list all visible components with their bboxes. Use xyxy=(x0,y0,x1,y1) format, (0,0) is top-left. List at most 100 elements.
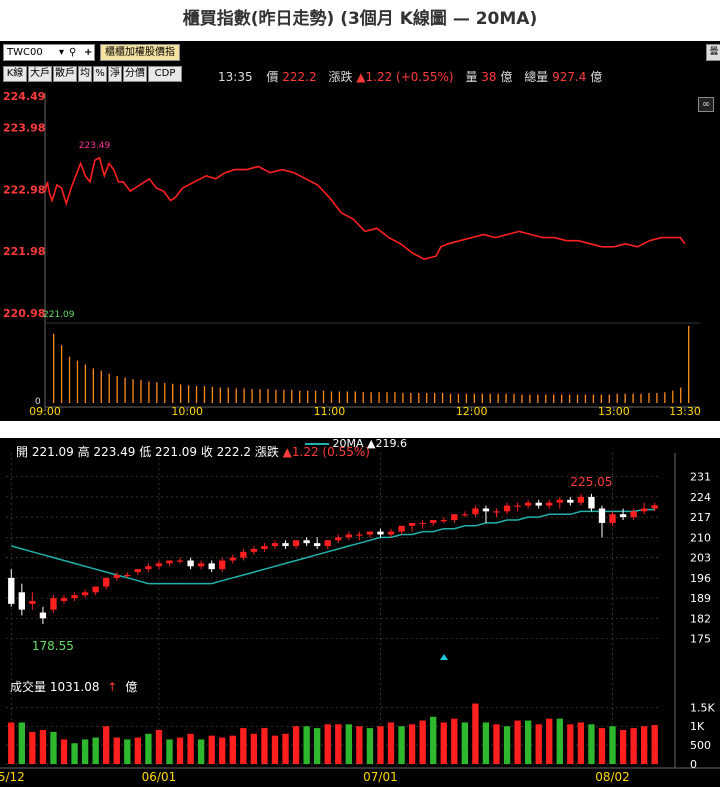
candle-body xyxy=(229,557,236,561)
volume-bar xyxy=(418,392,420,403)
candle-body xyxy=(651,505,658,509)
volume-bar xyxy=(187,733,194,764)
volume-bar xyxy=(140,379,142,403)
volume-bar xyxy=(387,722,395,764)
candle-body xyxy=(39,612,47,619)
candle-body xyxy=(493,511,500,513)
volume-bar xyxy=(394,392,396,403)
volume-bar xyxy=(535,724,542,764)
volume-bar xyxy=(588,724,595,764)
volume-bar xyxy=(493,724,500,764)
volume-bar xyxy=(155,730,163,764)
candle-body xyxy=(250,548,258,552)
candle-body xyxy=(440,520,447,522)
volume-bar xyxy=(354,391,356,403)
volume-bar xyxy=(408,724,416,764)
ma20-line xyxy=(11,508,655,585)
volume-bar xyxy=(219,387,221,403)
high-annotation: 223.49 xyxy=(79,141,111,151)
volume-bar xyxy=(283,389,285,403)
volume-bar xyxy=(50,731,57,764)
page-title: 櫃買指數(昨日走勢) (3個月 K線圖 — 20MA) xyxy=(182,9,538,29)
volume-bar xyxy=(235,388,237,403)
volume-bar xyxy=(497,393,499,403)
volume-bar xyxy=(472,703,479,764)
volume-bar xyxy=(537,394,539,403)
volume-bar xyxy=(640,393,642,403)
candle-body xyxy=(240,551,247,558)
volume-bar xyxy=(227,387,229,403)
volume-bar xyxy=(545,394,547,403)
candle-body xyxy=(619,514,627,518)
volume-bar xyxy=(251,389,253,403)
volume-bar xyxy=(219,737,226,764)
volume-bar xyxy=(362,392,364,403)
x-tick-label: 07/01 xyxy=(363,770,398,784)
kline-plot: 231 224 217 210 203 196 189 182 175 5/12 06/01 07/0… xyxy=(0,453,720,784)
volume-bar xyxy=(608,394,610,403)
x-tick-label: 06/01 xyxy=(142,770,177,784)
candle-body xyxy=(282,543,289,547)
candle-body xyxy=(546,502,553,506)
candle-body xyxy=(598,508,606,523)
intraday-plot: 224.49223.98222.98221.98220.98009:00 10:0… xyxy=(3,90,701,418)
volume-bar xyxy=(156,382,158,403)
candle-body xyxy=(514,505,521,507)
candle-body xyxy=(29,600,36,604)
candle-body xyxy=(292,540,300,547)
candle-body xyxy=(155,563,163,567)
candle-body xyxy=(472,508,479,515)
candle-body xyxy=(314,543,321,547)
volume-bar xyxy=(630,728,637,764)
candle-body xyxy=(377,531,384,535)
volume-bar xyxy=(482,722,490,764)
candle-body xyxy=(345,534,352,538)
volume-bar xyxy=(68,356,71,403)
volume-bar xyxy=(592,394,595,403)
y-tick-label: 175 xyxy=(690,633,711,646)
volume-bar xyxy=(291,389,293,403)
volume-bar xyxy=(546,718,553,764)
x-tick-label: 09:00 xyxy=(29,405,61,418)
volume-bar xyxy=(116,376,118,403)
candle-body xyxy=(219,560,226,570)
volume-bar xyxy=(314,390,317,403)
volume-bar xyxy=(426,392,428,403)
volume-bar xyxy=(524,720,532,764)
volume-bar xyxy=(53,333,55,403)
volume-bar xyxy=(92,368,94,403)
volume-bar xyxy=(307,390,309,403)
candle-body xyxy=(197,563,205,567)
volume-bar xyxy=(314,728,321,764)
volume-bar xyxy=(577,722,585,764)
x-tick-label: 10:00 xyxy=(171,405,203,418)
volume-bar xyxy=(345,724,352,764)
volume-bar xyxy=(303,726,310,764)
volume-bar xyxy=(197,739,205,764)
candle-body xyxy=(588,496,595,509)
volume-bar xyxy=(449,393,452,403)
volume-bar xyxy=(259,389,261,403)
intraday-chart-panel: TWC00 ▾ ⚲ + 櫃櫃加權股價指 K線 大戶 散戶均% 淨分價 CDP 13:35… xyxy=(0,41,720,421)
volume-bar xyxy=(356,726,363,764)
volume-bar xyxy=(71,743,78,764)
volume-tick-label: 1K xyxy=(690,720,705,733)
volume-bar xyxy=(271,735,279,764)
volume-bar xyxy=(616,393,618,403)
volume-bar xyxy=(584,394,587,403)
volume-bar xyxy=(441,392,444,403)
volume-bar xyxy=(240,728,247,764)
volume-bar xyxy=(39,730,47,764)
candle-body xyxy=(124,574,131,577)
x-tick-label: 13:30 xyxy=(669,405,701,418)
volume-bar xyxy=(250,733,258,764)
volume-bar xyxy=(632,393,634,403)
volume-bar xyxy=(103,726,110,764)
volume-bar xyxy=(187,385,190,403)
volume-bar xyxy=(335,724,342,764)
volume-bar xyxy=(680,387,682,403)
y-tick-label: 222.98 xyxy=(3,183,45,196)
volume-tick-label: 500 xyxy=(690,739,711,752)
volume-bar xyxy=(322,390,325,403)
y-tick-label: 203 xyxy=(690,552,711,565)
